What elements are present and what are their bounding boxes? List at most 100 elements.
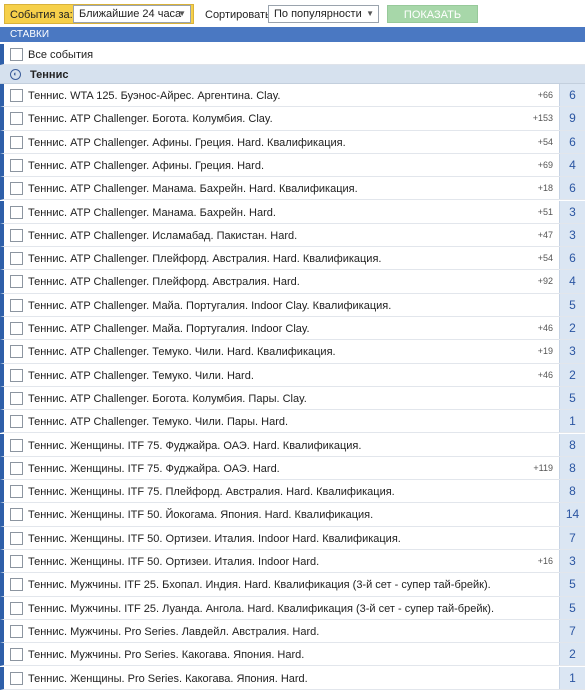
event-count-badge[interactable]: 7: [559, 526, 585, 549]
event-markets-count[interactable]: +47: [538, 230, 553, 240]
event-markets-count[interactable]: +92: [538, 276, 553, 286]
events-period-select[interactable]: Ближайшие 24 часа ▼: [73, 5, 191, 23]
event-count-badge[interactable]: 2: [559, 363, 585, 386]
event-checkbox[interactable]: [10, 438, 23, 452]
event-checkbox[interactable]: [10, 182, 23, 196]
event-name[interactable]: Теннис. ATP Challenger. Богота. Колумбия…: [28, 113, 273, 125]
event-checkbox[interactable]: [10, 671, 23, 685]
event-name[interactable]: Теннис. Мужчины. ITF 25. Бхопал. Индия. …: [28, 579, 491, 591]
event-name[interactable]: Теннис. ATP Challenger. Исламабад. Пакис…: [28, 230, 297, 242]
event-name[interactable]: Теннис. WTA 125. Буэнос-Айрес. Аргентина…: [28, 90, 280, 102]
event-checkbox[interactable]: [10, 461, 23, 475]
event-name[interactable]: Теннис. ATP Challenger. Плейфорд. Австра…: [28, 253, 381, 265]
event-checkbox[interactable]: [10, 648, 23, 662]
event-checkbox[interactable]: [10, 578, 23, 592]
event-row[interactable]: Теннис. Мужчины. ITF 25. Луанда. Ангола.…: [0, 596, 585, 620]
event-markets-count[interactable]: +19: [538, 346, 553, 356]
event-count-badge[interactable]: 3: [559, 223, 585, 247]
event-count-badge[interactable]: 5: [559, 293, 585, 316]
event-markets-count[interactable]: +69: [538, 160, 553, 170]
event-checkbox[interactable]: [10, 415, 23, 429]
event-checkbox[interactable]: [10, 228, 23, 242]
event-checkbox[interactable]: [10, 275, 23, 289]
event-name[interactable]: Теннис. Мужчины. Pro Series. Какогава. Я…: [28, 649, 304, 661]
event-checkbox[interactable]: [10, 89, 23, 102]
event-checkbox[interactable]: [10, 601, 23, 615]
event-name[interactable]: Теннис. ATP Challenger. Афины. Греция. H…: [28, 160, 264, 172]
event-row[interactable]: Теннис. Женщины. ITF 50. Ортизеи. Италия…: [0, 526, 585, 550]
event-row[interactable]: Теннис. ATP Challenger. Темуко. Чили. Ha…: [0, 363, 585, 387]
event-checkbox[interactable]: [10, 298, 23, 312]
all-events-row[interactable]: Все события: [0, 44, 585, 65]
event-count-badge[interactable]: 3: [559, 340, 585, 363]
event-markets-count[interactable]: +66: [538, 90, 553, 100]
event-markets-count[interactable]: +46: [538, 323, 553, 333]
event-row[interactable]: Теннис. Женщины. ITF 50. Йокогама. Япони…: [0, 503, 585, 527]
event-name[interactable]: Теннис. ATP Challenger. Афины. Греция. H…: [28, 137, 346, 149]
event-markets-count[interactable]: +18: [538, 183, 553, 193]
event-markets-count[interactable]: +54: [538, 137, 553, 147]
event-count-badge[interactable]: 5: [559, 386, 585, 410]
event-row[interactable]: Теннис. ATP Challenger. Плейфорд. Австра…: [0, 247, 585, 271]
event-row[interactable]: Теннис. Мужчины. ITF 25. Бхопал. Индия. …: [0, 573, 585, 597]
event-name[interactable]: Теннис. Женщины. ITF 50. Ортизеи. Италия…: [28, 556, 319, 568]
event-row[interactable]: Теннис. Мужчины. Pro Series. Лавдейл. Ав…: [0, 619, 585, 644]
event-markets-count[interactable]: +119: [533, 463, 553, 473]
event-count-badge[interactable]: 1: [559, 410, 585, 433]
event-name[interactable]: Теннис. Женщины. ITF 75. Фуджайра. ОАЭ. …: [28, 463, 280, 475]
event-count-badge[interactable]: 14: [559, 503, 585, 526]
event-row[interactable]: Теннис. Женщины. ITF 75. Фуджайра. ОАЭ. …: [0, 456, 585, 481]
event-checkbox[interactable]: [10, 391, 23, 405]
event-count-badge[interactable]: 3: [559, 550, 585, 573]
event-name[interactable]: Теннис. ATP Challenger. Майа. Португалия…: [28, 300, 391, 312]
event-count-badge[interactable]: 5: [559, 596, 585, 619]
event-row[interactable]: Теннис. Женщины. ITF 75. Плейфорд. Австр…: [0, 480, 585, 504]
event-markets-count[interactable]: +16: [538, 556, 553, 566]
event-count-badge[interactable]: 2: [559, 317, 585, 340]
event-markets-count[interactable]: +46: [538, 370, 553, 380]
event-checkbox[interactable]: [10, 205, 23, 219]
event-name[interactable]: Теннис. ATP Challenger. Манама. Бахрейн.…: [28, 207, 276, 219]
event-count-badge[interactable]: 6: [559, 84, 585, 107]
event-checkbox[interactable]: [10, 531, 23, 545]
event-name[interactable]: Теннис. ATP Challenger. Темуко. Чили. Ha…: [28, 346, 336, 358]
event-checkbox[interactable]: [10, 624, 23, 638]
event-checkbox[interactable]: [10, 135, 23, 149]
event-markets-count[interactable]: +51: [538, 207, 553, 217]
event-checkbox[interactable]: [10, 485, 23, 499]
event-row[interactable]: Теннис. ATP Challenger. Темуко. Чили. Па…: [0, 410, 585, 434]
event-name[interactable]: Теннис. Мужчины. ITF 25. Луанда. Ангола.…: [28, 603, 494, 615]
event-checkbox[interactable]: [10, 508, 23, 522]
event-row[interactable]: Теннис. Женщины. ITF 50. Ортизеи. Италия…: [0, 550, 585, 574]
event-count-badge[interactable]: 7: [559, 619, 585, 643]
event-row[interactable]: Теннис. ATP Challenger. Плейфорд. Австра…: [0, 270, 585, 294]
event-checkbox[interactable]: [10, 368, 23, 382]
sport-group-tennis[interactable]: ◐ Теннис: [0, 65, 585, 84]
event-name[interactable]: Теннис. ATP Challenger. Плейфорд. Австра…: [28, 276, 300, 288]
event-row[interactable]: Теннис. WTA 125. Буэнос-Айрес. Аргентина…: [0, 84, 585, 108]
event-name[interactable]: Теннис. Женщины. ITF 75. Плейфорд. Австр…: [28, 486, 395, 498]
event-row[interactable]: Теннис. ATP Challenger. Исламабад. Пакис…: [0, 223, 585, 248]
event-row[interactable]: Теннис. Женщины. ITF 75. Фуджайра. ОАЭ. …: [0, 433, 585, 457]
event-row[interactable]: Теннис. ATP Challenger. Афины. Греция. H…: [0, 130, 585, 154]
event-name[interactable]: Теннис. ATP Challenger. Майа. Португалия…: [28, 323, 310, 335]
event-count-badge[interactable]: 6: [559, 247, 585, 270]
event-count-badge[interactable]: 8: [559, 480, 585, 503]
event-name[interactable]: Теннис. ATP Challenger. Манама. Бахрейн.…: [28, 183, 358, 195]
event-row[interactable]: Теннис. ATP Challenger. Богота. Колумбия…: [0, 386, 585, 411]
event-count-badge[interactable]: 8: [559, 456, 585, 480]
event-checkbox[interactable]: [10, 345, 23, 359]
event-name[interactable]: Теннис. Женщины. ITF 75. Фуджайра. ОАЭ. …: [28, 440, 361, 452]
event-name[interactable]: Теннис. Женщины. ITF 50. Йокогама. Япони…: [28, 509, 373, 521]
event-row[interactable]: Теннис. ATP Challenger. Манама. Бахрейн.…: [0, 177, 585, 201]
event-count-badge[interactable]: 6: [559, 177, 585, 200]
sort-select[interactable]: По популярности ▼: [268, 5, 379, 23]
event-checkbox[interactable]: [10, 158, 23, 172]
event-count-badge[interactable]: 5: [559, 573, 585, 596]
event-name[interactable]: Теннис. ATP Challenger. Темуко. Чили. Па…: [28, 416, 288, 428]
event-row[interactable]: Теннис. ATP Challenger. Манама. Бахрейн.…: [0, 200, 585, 224]
event-checkbox[interactable]: [10, 555, 23, 568]
event-row[interactable]: Теннис. ATP Challenger. Темуко. Чили. Ha…: [0, 340, 585, 364]
event-checkbox[interactable]: [10, 322, 23, 335]
event-count-badge[interactable]: 3: [559, 200, 585, 223]
